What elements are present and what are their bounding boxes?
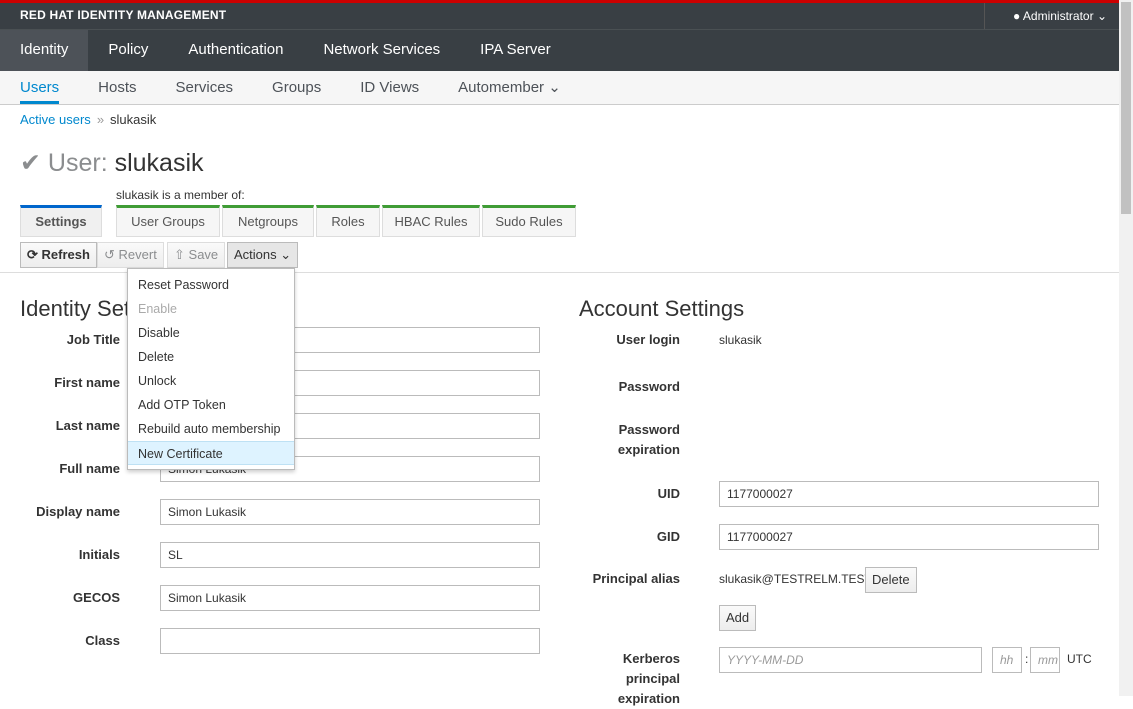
brand-logo: RED HAT IDENTITY MANAGEMENT [20,8,227,22]
uid-label: UID [657,486,680,501]
breadcrumb-current: slukasik [110,112,157,127]
tab-netgroups[interactable]: Netgroups [222,205,314,237]
initials-label: Initials [78,547,120,562]
user-name: Administrator [1022,9,1094,23]
time-separator: : [1025,652,1029,666]
nav-ipa-server[interactable]: IPA Server [460,30,571,71]
actions-dropdown: Reset Password Enable Disable Delete Unlock A… [127,268,295,470]
display-name-input[interactable]: Simon Lukasik [160,499,540,525]
menu-item-disable[interactable]: Disable [128,321,294,345]
first-name-label: First name [54,375,120,390]
user-menu[interactable]: ● Administrator ⌄ [983,3,1119,29]
subnav-users[interactable]: Users [20,71,60,104]
uid-input[interactable]: 1177000027 [719,481,1099,507]
password-expiration-label: Password expiration [617,422,680,457]
menu-item-rebuild-auto-membership[interactable]: Rebuild auto membership [128,417,294,441]
chevron-down-icon: ⌄ [280,247,292,262]
refresh-button[interactable]: ⟳ Refresh [20,242,97,268]
subnav-automember[interactable]: Automember ⌄ [458,71,561,104]
kerberos-date-input[interactable]: YYYY-MM-DD [719,647,982,673]
subnav-automember-label: Automember [458,79,545,96]
principal-alias-value: slukasik@TESTRELM.TEST [719,572,872,586]
chevron-down-icon: ⌄ [548,79,561,96]
subnav-services[interactable]: Services [176,71,234,104]
page-title: ✔ User: slukasik [20,148,204,178]
nav-network-services[interactable]: Network Services [303,30,460,71]
sub-nav: Users Hosts Services Groups ID Views Aut… [0,71,1119,105]
account-settings-heading: Account Settings [579,296,745,321]
gecos-input[interactable]: Simon Lukasik [160,585,540,611]
menu-item-new-certificate[interactable]: New Certificate [128,441,294,465]
kerberos-hour-input[interactable]: hh [992,647,1022,673]
main-nav: Identity Policy Authentication Network S… [0,29,1119,71]
member-of-label: slukasik is a member of: [116,188,245,202]
user-login-value: slukasik [719,333,762,347]
actions-button[interactable]: Actions ⌄ [227,242,299,268]
nav-policy[interactable]: Policy [88,30,168,71]
menu-item-unlock[interactable]: Unlock [128,369,294,393]
subnav-groups[interactable]: Groups [272,71,321,104]
delete-principal-button[interactable]: Delete [865,567,917,593]
tab-roles[interactable]: Roles [316,205,380,237]
chevron-down-icon: ⌄ [1096,9,1107,23]
gid-input[interactable]: 1177000027 [719,524,1099,550]
save-button[interactable]: ⇧ Save [167,242,226,268]
breadcrumb: Active users » slukasik [20,112,156,127]
revert-label: Revert [118,247,157,262]
add-principal-button[interactable]: Add [719,605,757,631]
user-icon: ● [1012,9,1023,23]
full-name-label: Full name [59,461,120,476]
display-name-label: Display name [36,504,120,519]
scrollbar-thumb[interactable] [1121,2,1131,214]
refresh-icon: ⟳ [27,247,38,262]
user-login-label: User login [616,332,680,347]
menu-item-add-otp-token[interactable]: Add OTP Token [128,393,294,417]
revert-button[interactable]: ↺ Revert [97,242,164,268]
breadcrumb-active-users[interactable]: Active users [20,112,91,127]
kerberos-minute-input[interactable]: mm [1030,647,1060,673]
title-prefix: User: [47,149,108,177]
subnav-hosts[interactable]: Hosts [98,71,136,104]
nav-authentication[interactable]: Authentication [168,30,303,71]
initials-input[interactable]: SL [160,542,540,568]
nav-identity[interactable]: Identity [0,30,89,71]
save-label: Save [188,247,219,262]
tab-sudo-rules[interactable]: Sudo Rules [482,205,576,237]
menu-item-enable[interactable]: Enable [128,297,294,321]
gid-label: GID [656,529,680,544]
last-name-label: Last name [55,418,120,433]
subnav-id-views[interactable]: ID Views [360,71,419,104]
tab-hbac-rules[interactable]: HBAC Rules [382,205,480,237]
tab-settings[interactable]: Settings [20,205,102,237]
refresh-label: Refresh [41,247,90,262]
menu-item-delete[interactable]: Delete [128,345,294,369]
breadcrumb-separator: » [96,112,105,127]
gecos-label: GECOS [73,590,120,605]
actions-label: Actions [234,247,277,262]
title-name: slukasik [114,149,204,177]
undo-icon: ↺ [104,247,115,262]
upload-icon: ⇧ [174,247,185,262]
class-input[interactable] [160,628,540,654]
job-title-label: Job Title [66,332,120,347]
class-label: Class [85,633,120,648]
menu-item-reset-password[interactable]: Reset Password [128,273,294,297]
password-label: Password [618,379,680,394]
tab-user-groups[interactable]: User Groups [116,205,220,237]
check-icon: ✔ [20,149,41,177]
principal-alias-label: Principal alias [592,571,680,586]
utc-label: UTC [1067,652,1092,666]
kerberos-expiration-label: Kerberos principal expiration [617,651,680,706]
masthead: RED HAT IDENTITY MANAGEMENT ● Administra… [0,0,1119,29]
